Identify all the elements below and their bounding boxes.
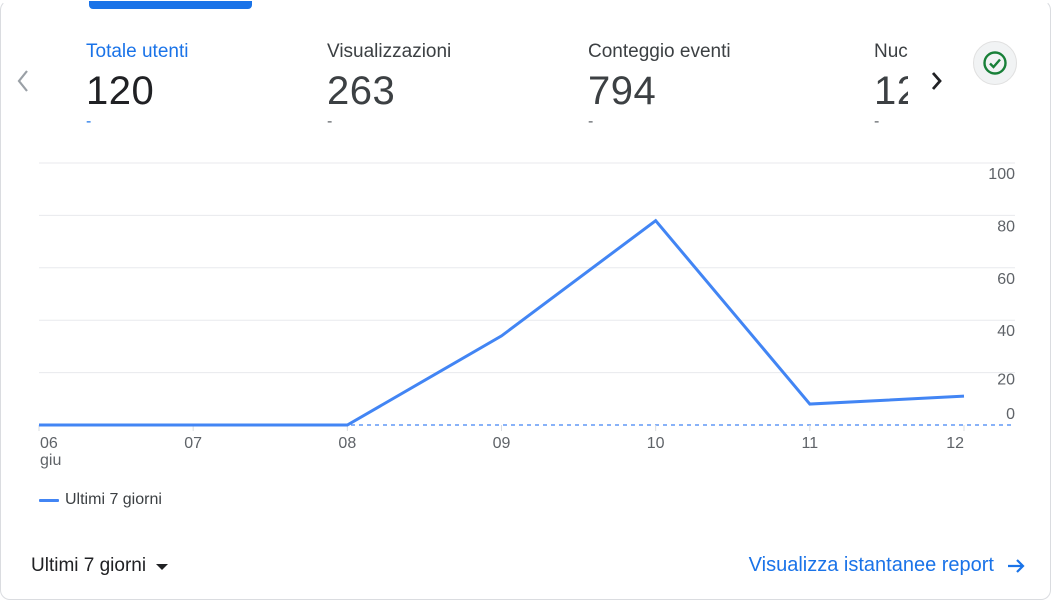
y-tick-label: 60	[997, 271, 1015, 288]
report-link-label: Visualizza istantanee report	[748, 554, 994, 576]
legend-label: Ultimi 7 giorni	[65, 491, 162, 508]
legend-swatch	[39, 498, 59, 502]
x-tick-label: 11	[802, 435, 819, 452]
line-chart: 0 20 40 60 80 100 06 07 08 09 10 11 12 giu	[38, 162, 1015, 469]
caret-down-icon	[156, 564, 169, 570]
series-line	[39, 218, 965, 427]
date-range-dropdown[interactable]: Ultimi 7 giorni	[31, 555, 169, 577]
y-tick-label: 100	[988, 166, 1015, 183]
arrow-right-icon	[1008, 558, 1025, 573]
x-tick-sublabel: giu	[40, 452, 61, 469]
x-tick-label: 10	[647, 435, 665, 452]
x-tick-label: 09	[493, 435, 511, 452]
x-tick-label: 08	[338, 435, 356, 452]
y-tick-label: 20	[997, 372, 1015, 389]
y-tick-label: 80	[997, 218, 1015, 235]
x-tick-label: 12	[946, 435, 964, 452]
metrics-card: Totale utenti 120 - Visualizzazioni 263 …	[0, 0, 1051, 600]
x-tick-label: 06	[40, 435, 58, 452]
y-tick-label: 40	[997, 323, 1015, 340]
y-tick-label: 0	[1006, 406, 1015, 423]
date-range-label: Ultimi 7 giorni	[31, 555, 147, 576]
chart-legend: Ultimi 7 giorni	[39, 491, 162, 509]
x-tick-label: 07	[184, 435, 202, 452]
view-report-snapshot-link[interactable]: Visualizza istantanee report	[749, 554, 1026, 577]
